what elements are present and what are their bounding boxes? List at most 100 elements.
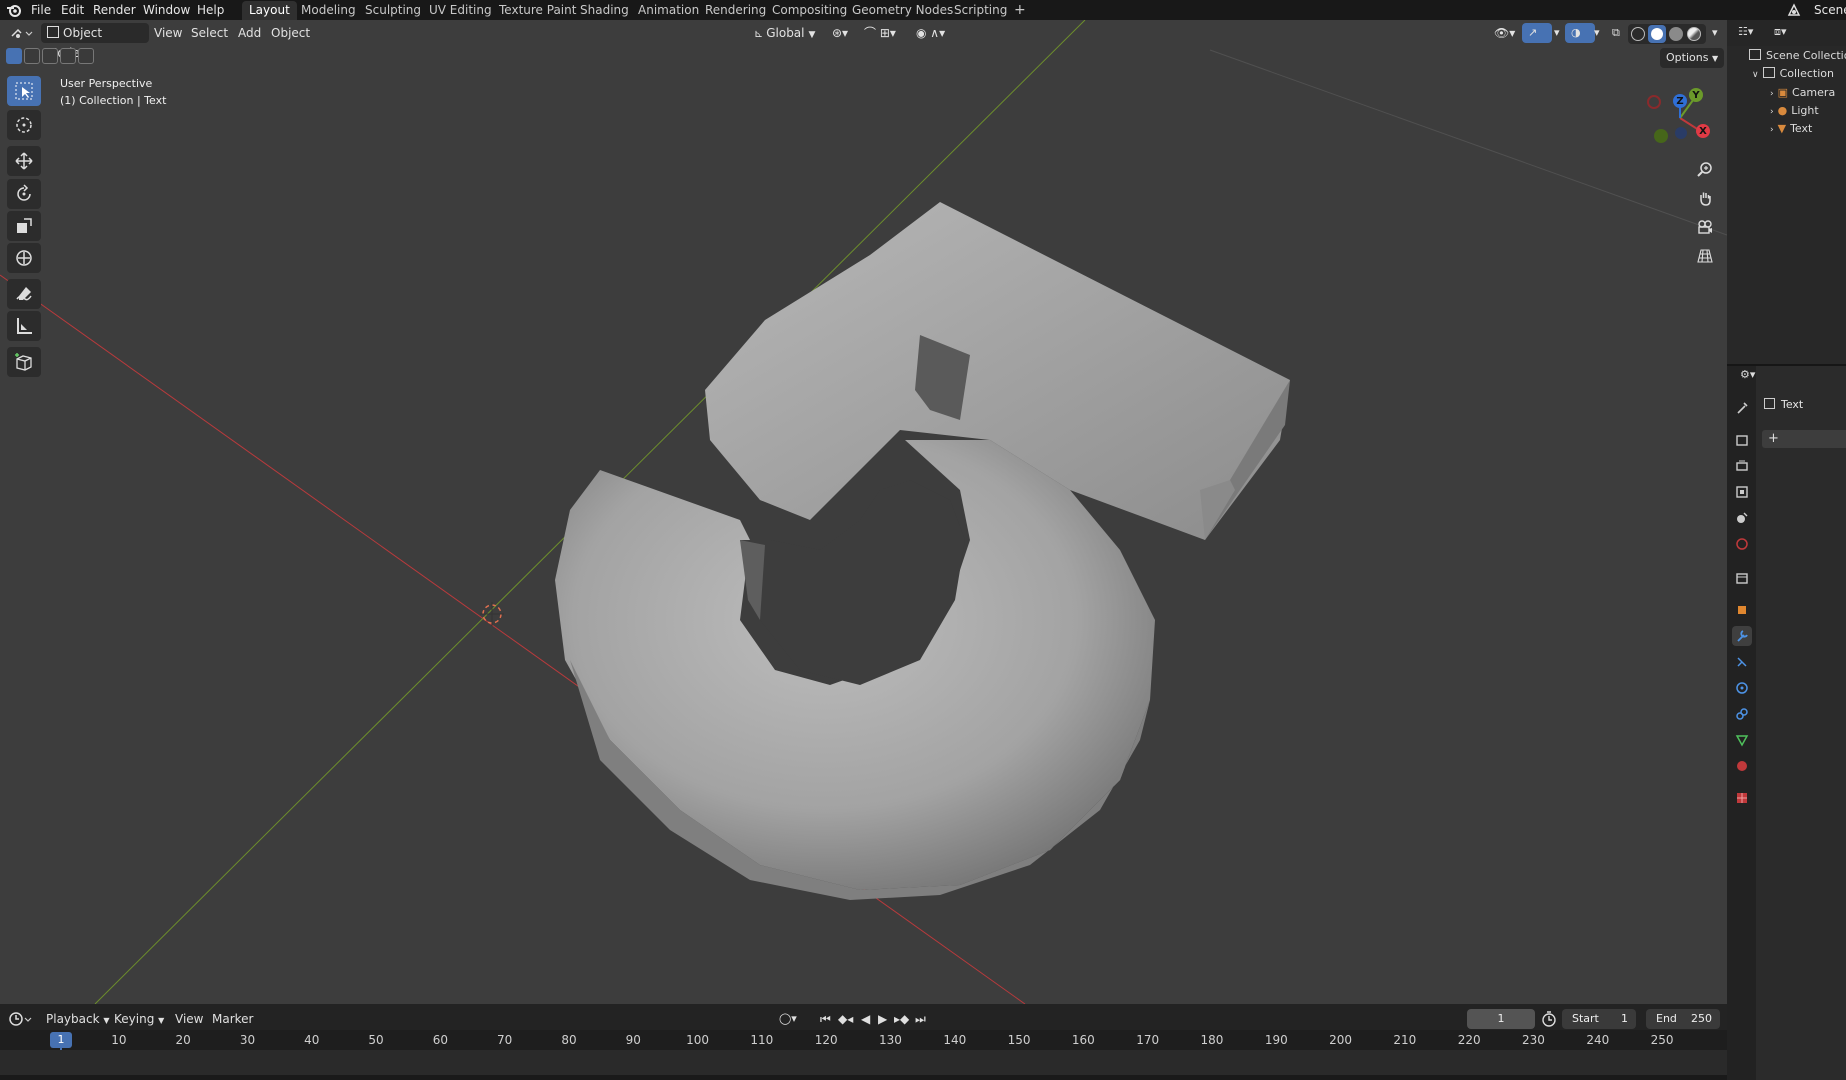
menu-edit[interactable]: Edit xyxy=(57,2,88,18)
play-icon[interactable]: ▶ xyxy=(878,1010,887,1028)
tab-scripting[interactable]: Scripting xyxy=(947,1,1014,20)
tab-uv-editing[interactable]: UV Editing xyxy=(422,1,499,20)
tab-shading[interactable]: Shading xyxy=(573,1,636,20)
select-invert-icon[interactable] xyxy=(60,48,76,64)
solid-shading-icon[interactable] xyxy=(1648,25,1666,43)
select-intersect-icon[interactable] xyxy=(78,48,94,64)
data-properties-icon[interactable] xyxy=(1732,730,1752,750)
add-workspace-icon[interactable]: + xyxy=(1007,1,1033,20)
overlays-dropdown-icon[interactable]: ▾ xyxy=(1588,23,1606,43)
outliner-item-light[interactable]: › ● Light xyxy=(1770,102,1846,120)
add-cube-tool[interactable] xyxy=(7,347,41,377)
visibility-icon[interactable]: 👁▾ xyxy=(1488,23,1521,43)
collection-properties-icon[interactable] xyxy=(1732,568,1752,588)
blender-logo-icon[interactable] xyxy=(6,2,22,18)
jump-end-icon[interactable]: ⏭ xyxy=(915,1010,926,1028)
constraint-properties-icon[interactable] xyxy=(1732,704,1752,724)
outliner-scene-collection[interactable]: Scene Collection xyxy=(1749,47,1846,65)
pan-hand-icon[interactable] xyxy=(1693,186,1717,210)
add-modifier-button[interactable]: + xyxy=(1762,430,1846,448)
tab-animation[interactable]: Animation xyxy=(631,1,706,20)
playhead-frame-badge[interactable]: 1 xyxy=(50,1032,72,1048)
prev-keyframe-icon[interactable]: ◆◂ xyxy=(838,1010,853,1028)
timeline-scrollbar[interactable] xyxy=(0,1075,1727,1080)
menu-window[interactable]: Window xyxy=(139,2,194,18)
tab-texture-paint[interactable]: Texture Paint xyxy=(492,1,583,20)
mode-dropdown[interactable]: Object Mode▼ xyxy=(41,23,149,60)
properties-editor-type-icon[interactable]: ⚙▾ xyxy=(1740,368,1770,384)
outliner-item-text[interactable]: › ▼ Text xyxy=(1770,120,1846,138)
end-frame-field[interactable]: End 250 xyxy=(1646,1009,1720,1029)
select-subtract-icon[interactable] xyxy=(42,48,58,64)
measure-tool[interactable] xyxy=(7,311,41,341)
transform-tool[interactable] xyxy=(7,243,41,273)
jump-start-icon[interactable]: ⏮ xyxy=(820,1010,831,1028)
tab-rendering[interactable]: Rendering xyxy=(698,1,773,20)
menu-help[interactable]: Help xyxy=(193,2,228,18)
select-extend-icon[interactable] xyxy=(24,48,40,64)
marker-menu[interactable]: Marker xyxy=(212,1010,253,1028)
rotate-tool[interactable] xyxy=(7,179,41,209)
menu-render[interactable]: Render xyxy=(89,2,140,18)
pivot-point-icon[interactable]: ⊛▾ xyxy=(826,23,854,43)
gizmo-z-axis[interactable]: Z xyxy=(1673,94,1687,108)
physics-properties-icon[interactable] xyxy=(1732,678,1752,698)
material-properties-icon[interactable] xyxy=(1732,756,1752,776)
current-frame-field[interactable]: 1 xyxy=(1467,1009,1535,1029)
gizmo-y-axis[interactable]: Y xyxy=(1689,88,1703,102)
tool-properties-icon[interactable] xyxy=(1732,398,1752,418)
snap-icon[interactable]: ⌒ ⊞▾ xyxy=(858,23,902,43)
menu-file[interactable]: File xyxy=(27,2,55,18)
timeline-track-area[interactable] xyxy=(0,1050,1727,1076)
wireframe-shading-icon[interactable] xyxy=(1631,27,1645,41)
move-tool[interactable] xyxy=(7,146,41,176)
rendered-shading-icon[interactable] xyxy=(1687,27,1701,41)
timeline-editor-type-icon[interactable] xyxy=(8,1010,34,1028)
start-frame-field[interactable]: Start 1 xyxy=(1562,1009,1636,1029)
perspective-toggle-icon[interactable] xyxy=(1693,244,1717,268)
view-layer-properties-icon[interactable] xyxy=(1732,482,1752,502)
keying-menu[interactable]: Keying ▼ xyxy=(114,1010,164,1028)
zoom-icon[interactable] xyxy=(1693,157,1717,181)
object-properties-icon[interactable] xyxy=(1732,600,1752,620)
annotate-tool[interactable] xyxy=(7,279,41,309)
render-properties-icon[interactable] xyxy=(1732,430,1752,450)
timeline-view-menu[interactable]: View xyxy=(175,1010,203,1028)
tab-modeling[interactable]: Modeling xyxy=(294,1,363,20)
outliner-item-camera[interactable]: › ▣ Camera xyxy=(1770,84,1846,102)
3d-viewport[interactable] xyxy=(0,20,1727,1004)
tab-layout[interactable]: Layout xyxy=(242,1,297,20)
texture-properties-icon[interactable] xyxy=(1732,788,1752,808)
editor-type-icon[interactable] xyxy=(8,24,34,42)
tab-compositing[interactable]: Compositing xyxy=(765,1,854,20)
select-new-icon[interactable] xyxy=(6,48,22,64)
select-box-tool[interactable] xyxy=(7,76,41,106)
options-dropdown[interactable]: Options ▼ xyxy=(1660,48,1725,68)
tab-geometry-nodes[interactable]: Geometry Nodes xyxy=(845,1,960,20)
world-properties-icon[interactable] xyxy=(1732,534,1752,554)
scene-selector-icon[interactable] xyxy=(1786,2,1802,18)
viewport-menu-view[interactable]: View xyxy=(148,23,188,43)
stopwatch-icon[interactable] xyxy=(1540,1010,1558,1028)
shading-options-icon[interactable]: ▾ xyxy=(1706,23,1724,43)
cursor-tool[interactable] xyxy=(7,110,41,140)
viewport-menu-object[interactable]: Object xyxy=(265,23,316,43)
navigation-gizmo[interactable]: Y Z X xyxy=(1640,84,1720,152)
material-shading-icon[interactable] xyxy=(1669,27,1683,41)
proportional-edit-icon[interactable]: ◉ ∧▾ xyxy=(910,23,951,43)
gizmo-dropdown-icon[interactable]: ▾ xyxy=(1548,23,1566,43)
viewport-menu-select[interactable]: Select xyxy=(185,23,234,43)
viewport-menu-add[interactable]: Add xyxy=(232,23,267,43)
camera-view-icon[interactable] xyxy=(1693,215,1717,239)
scene-properties-icon[interactable] xyxy=(1732,508,1752,528)
xray-icon[interactable]: ⧉ xyxy=(1606,23,1626,43)
scale-tool[interactable] xyxy=(7,211,41,241)
tab-sculpting[interactable]: Sculpting xyxy=(358,1,428,20)
gizmo-x-axis[interactable]: X xyxy=(1696,124,1710,138)
play-reverse-icon[interactable]: ◀ xyxy=(861,1010,870,1028)
particles-properties-icon[interactable] xyxy=(1732,652,1752,672)
auto-keying-icon[interactable]: ◯▾ xyxy=(779,1010,797,1028)
outliner-editor-type-icon[interactable]: ☷▾ xyxy=(1738,25,1766,41)
outliner-collection[interactable]: ∨ Collection xyxy=(1752,65,1846,83)
modifier-properties-icon[interactable] xyxy=(1732,626,1752,646)
